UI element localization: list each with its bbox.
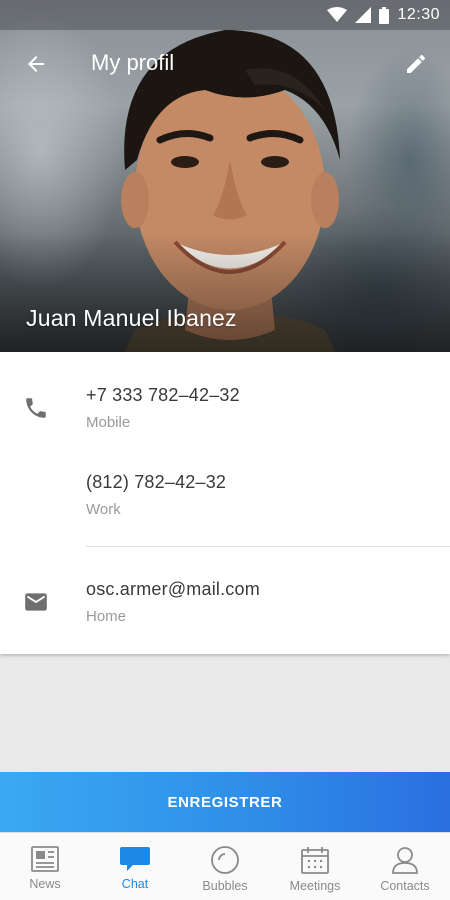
email-address: osc.armer@mail.com bbox=[86, 579, 260, 599]
signal-icon bbox=[355, 7, 372, 23]
phone-icon bbox=[22, 394, 50, 422]
page-title: My profil bbox=[91, 50, 175, 75]
bottom-nav: News Chat Bubbles Meetings Contacts bbox=[0, 832, 450, 900]
save-button[interactable]: ENREGISTRER bbox=[0, 772, 450, 832]
phone-entry-mobile[interactable]: +7 333 782–42–32 Mobile bbox=[86, 385, 240, 431]
calendar-icon bbox=[301, 847, 329, 874]
contact-card: +7 333 782–42–32 Mobile (812) 782–42–32 … bbox=[0, 352, 450, 654]
bubbles-icon bbox=[211, 846, 239, 874]
phone-number: +7 333 782–42–32 bbox=[86, 385, 240, 405]
status-bar: 12:30 bbox=[0, 0, 450, 30]
nav-item-chat[interactable]: Chat bbox=[90, 833, 180, 900]
profile-name: Juan Manuel Ibanez bbox=[26, 305, 237, 331]
nav-label: News bbox=[29, 877, 61, 891]
phone-type-label: Mobile bbox=[86, 414, 131, 431]
nav-label: Bubbles bbox=[202, 879, 248, 893]
nav-item-news[interactable]: News bbox=[0, 833, 90, 900]
nav-item-meetings[interactable]: Meetings bbox=[270, 833, 360, 900]
back-button[interactable] bbox=[16, 44, 56, 84]
nav-item-bubbles[interactable]: Bubbles bbox=[180, 833, 270, 900]
email-type-label: Home bbox=[86, 608, 127, 625]
status-time: 12:30 bbox=[397, 6, 440, 23]
divider bbox=[86, 546, 450, 547]
email-entry-home[interactable]: osc.armer@mail.com Home bbox=[86, 579, 260, 625]
news-icon bbox=[31, 846, 59, 872]
nav-label: Meetings bbox=[289, 879, 341, 893]
battery-icon bbox=[379, 6, 390, 24]
app-bar: My profil bbox=[0, 38, 450, 90]
edit-button[interactable] bbox=[396, 44, 436, 84]
phone-number: (812) 782–42–32 bbox=[86, 472, 227, 492]
phone-type-label: Work bbox=[86, 501, 121, 518]
person-icon bbox=[392, 847, 418, 874]
pencil-icon bbox=[407, 54, 426, 73]
arrow-back-icon bbox=[28, 56, 44, 72]
nav-label: Contacts bbox=[380, 879, 430, 893]
email-icon bbox=[22, 588, 50, 616]
chat-icon bbox=[120, 847, 150, 871]
wifi-icon bbox=[327, 7, 348, 22]
nav-item-contacts[interactable]: Contacts bbox=[360, 833, 450, 900]
nav-label: Chat bbox=[121, 877, 149, 891]
phone-entry-work[interactable]: (812) 782–42–32 Work bbox=[86, 472, 226, 518]
photo-shade bbox=[0, 232, 450, 352]
